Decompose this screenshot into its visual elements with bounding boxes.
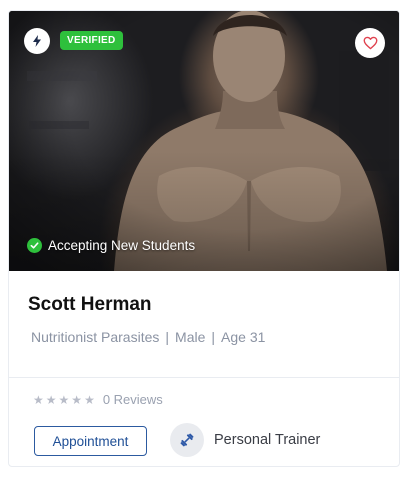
accepting-status-text: Accepting New Students [48, 238, 196, 253]
bolt-icon [33, 35, 41, 47]
accepting-status: Accepting New Students [27, 238, 195, 253]
check-circle-icon [27, 238, 42, 253]
bolt-badge [24, 28, 50, 54]
meta-age: Age 31 [221, 329, 266, 345]
meta-separator: | [211, 329, 216, 345]
star-icon: ★ [33, 392, 44, 407]
verified-badge: VERIFIED [60, 31, 123, 50]
star-icon: ★ [45, 392, 57, 407]
favorite-button[interactable] [355, 28, 385, 58]
trainer-meta: Nutritionist Parasites | Male | Age 31 [31, 329, 265, 345]
card-divider [9, 377, 399, 378]
star-icon: ★ [58, 392, 70, 407]
meta-separator: | [165, 329, 170, 345]
heart-icon [363, 36, 377, 50]
specialty-label: Personal Trainer [214, 432, 321, 448]
meta-specialty: Nutritionist Parasites [31, 329, 160, 345]
star-icon: ★ [84, 392, 95, 407]
dumbbell-icon [170, 423, 204, 457]
trainer-photo[interactable]: VERIFIED Accepting New Students [9, 11, 399, 271]
photo-shade [9, 151, 399, 271]
meta-gender: Male [175, 329, 206, 345]
star-icon: ★ [71, 392, 83, 407]
reviews-count[interactable]: 0 Reviews [103, 392, 163, 407]
appointment-button[interactable]: Appointment [34, 426, 147, 456]
specialty-tag: Personal Trainer [170, 423, 320, 457]
rating: ★ ★ ★ ★ ★ 0 Reviews [33, 392, 163, 407]
trainer-name[interactable]: Scott Herman [28, 294, 152, 316]
trainer-card[interactable]: VERIFIED Accepting New Students Scott He… [8, 10, 400, 467]
